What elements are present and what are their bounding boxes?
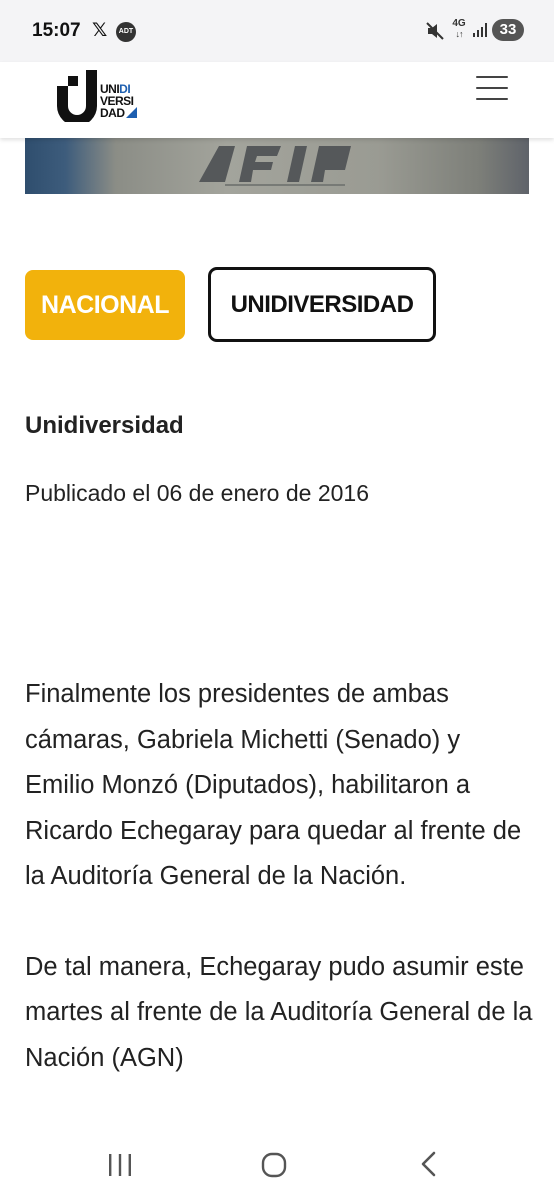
- screen: 15:07 𝕏 ADT 4G ↓↑ 33 UNIDI VERSI DAD NAC…: [0, 0, 554, 1200]
- battery-icon: 33: [492, 19, 524, 41]
- article-paragraph: De tal manera, Echegaray pudo asumir est…: [25, 952, 533, 1072]
- status-time: 15:07: [32, 20, 81, 41]
- back-icon[interactable]: [418, 1150, 440, 1178]
- network-type-icon: 4G ↓↑: [452, 18, 466, 40]
- adt-app-icon: ADT: [116, 22, 136, 42]
- article-hero-image: [25, 138, 529, 194]
- logo-line3: DAD: [100, 106, 125, 120]
- system-navigation-bar: [0, 1130, 554, 1200]
- x-app-icon: 𝕏: [92, 20, 108, 41]
- signal-icon: [473, 23, 487, 37]
- logo-mark-icon: [57, 70, 97, 126]
- status-bar: 15:07 𝕏 ADT 4G ↓↑ 33: [0, 0, 554, 62]
- recent-apps-icon[interactable]: [106, 1152, 134, 1178]
- home-icon[interactable]: [261, 1152, 287, 1178]
- article-author: Unidiversidad: [25, 412, 184, 439]
- unidiversidad-logo[interactable]: UNIDI VERSI DAD: [54, 68, 164, 128]
- article-paragraph: Finalmente los presidentes de ambas cáma…: [25, 680, 522, 890]
- network-label: 4G: [452, 18, 466, 29]
- hamburger-icon[interactable]: [476, 76, 508, 102]
- article-published-date: Publicado el 06 de enero de 2016: [25, 480, 370, 506]
- source-tag-unidiversidad[interactable]: UNIDIVERSIDAD: [208, 267, 436, 342]
- site-header: UNIDI VERSI DAD: [0, 62, 554, 138]
- afip-logo-image: [199, 146, 351, 186]
- mute-icon: [426, 22, 444, 40]
- article-body: Finalmente los presidentes de ambas cáma…: [25, 672, 535, 1126]
- logo-corner-icon: [125, 107, 137, 118]
- category-tag-nacional[interactable]: NACIONAL: [25, 270, 185, 340]
- logo-wordmark: UNIDI VERSI DAD: [100, 83, 137, 119]
